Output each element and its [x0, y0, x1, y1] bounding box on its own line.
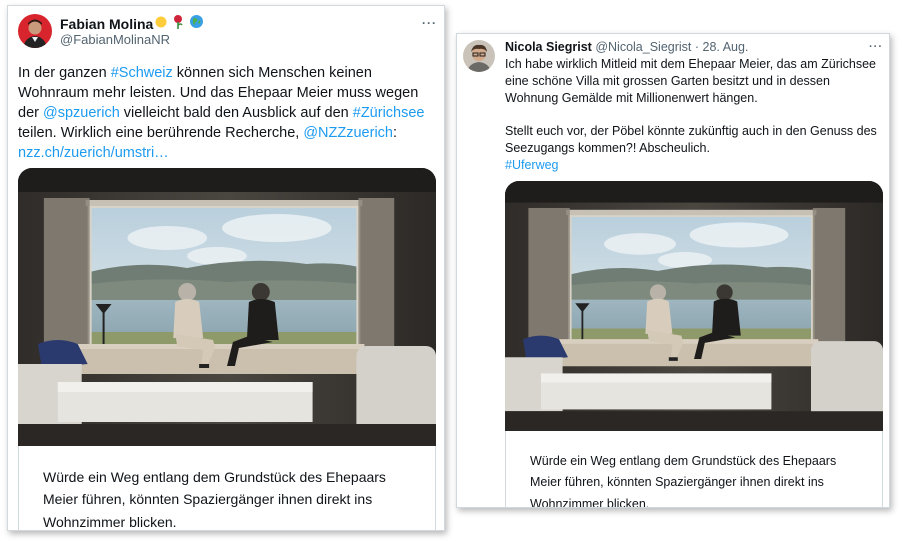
hashtag-link[interactable]: #Schweiz [111, 65, 173, 81]
tweet-text-segment: vielleicht bald den Ausblick auf den [119, 105, 353, 121]
avatar[interactable] [18, 14, 52, 48]
tweet-card-nicola-siegrist[interactable]: Nicola Siegrist @Nicola_Siegrist · 28. A… [456, 33, 890, 508]
link-card-caption-text: Würde ein Weg entlang dem Grundstück des… [43, 469, 386, 530]
tweet-card-fabian-molina[interactable]: Fabian Molina @FabianMolinaNR ··· In der… [7, 5, 445, 531]
tweet-date[interactable]: 28. Aug. [703, 40, 749, 54]
tweet-text-segment: teilen. Wirklich eine berührende Recherc… [18, 125, 304, 141]
mention-link[interactable]: @spzuerich [43, 105, 120, 121]
link-card-caption[interactable]: Würde ein Weg entlang dem Grundstück des… [505, 431, 883, 508]
tweet-text: In der ganzen #Schweiz können sich Mensc… [18, 63, 436, 163]
hashtag-link[interactable]: #Zürichsee [353, 105, 425, 121]
link-card-image[interactable] [505, 181, 883, 431]
link-card-caption[interactable]: Würde ein Weg entlang dem Grundstück des… [18, 446, 436, 530]
user-handle[interactable]: @Nicola_Siegrist [595, 40, 691, 54]
mention-link[interactable]: @NZZzuerich [303, 125, 393, 141]
globe-emoji-icon [189, 14, 204, 34]
name-badges [154, 14, 204, 32]
tweet-paragraph: Stellt euch vor, der Pöbel könnte zukünf… [505, 124, 877, 155]
separator-dot: · [694, 40, 700, 54]
avatar[interactable] [463, 40, 495, 72]
display-name[interactable]: Nicola Siegrist [505, 40, 592, 54]
user-handle[interactable]: @FabianMolinaNR [60, 32, 170, 47]
tweet-paragraph: Ich habe wirklich Mitleid mit dem Ehepaa… [505, 57, 876, 105]
display-name[interactable]: Fabian Molina [60, 16, 153, 32]
more-options-icon[interactable]: ··· [422, 16, 437, 30]
hashtag-link[interactable]: #Uferweg [505, 157, 881, 174]
tweet-header-line: Nicola Siegrist @Nicola_Siegrist · 28. A… [505, 40, 748, 54]
tweet-text-segment: : [392, 125, 398, 141]
tweet-text-segment: In der ganzen [18, 65, 111, 81]
more-options-icon[interactable]: ··· [869, 41, 883, 53]
tweet-text: Ich habe wirklich Mitleid mit dem Ehepaa… [505, 56, 881, 174]
link-card-image[interactable] [18, 168, 436, 446]
link-card-caption-text: Würde ein Weg entlang dem Grundstück des… [530, 454, 837, 508]
rose-emoji-icon [172, 14, 184, 34]
sun-emoji-icon [154, 15, 168, 34]
article-url-link[interactable]: nzz.ch/zuerich/umstri… [18, 145, 169, 161]
